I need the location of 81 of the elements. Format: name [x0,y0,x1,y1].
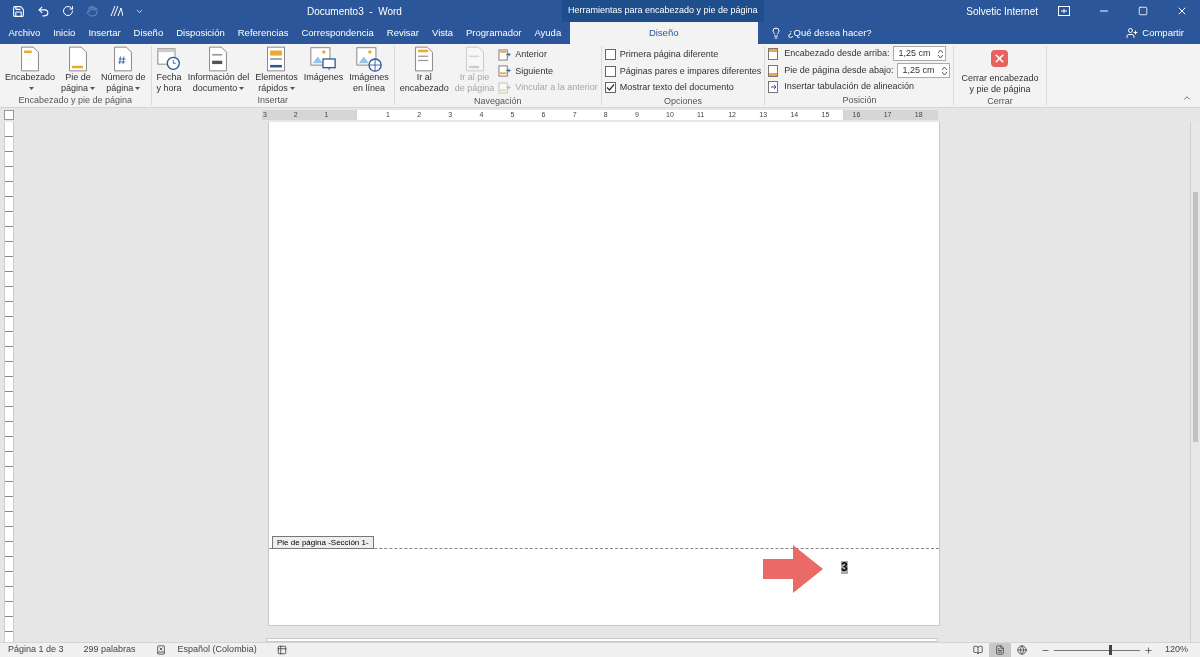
word-count[interactable]: 299 palabras [83,643,136,657]
user-name: Solvetic Internet [966,4,1038,19]
ribbon-button[interactable]: Imágenes en línea [347,46,391,94]
page-bottom-bar-icon [463,46,486,72]
ribbon-tab[interactable]: Referencias [231,22,295,44]
person-add-icon [1126,27,1139,39]
spinner-arrows-icon[interactable] [938,48,944,59]
ribbon-button[interactable]: Elementos rápidos [253,46,300,94]
checkbox-label: Páginas pares e impares diferentes [619,64,762,78]
ribbon-button[interactable]: Número de página [99,46,148,94]
font-style-icon[interactable] [110,5,123,17]
zoom-in-icon[interactable] [1143,645,1153,655]
tab-selector[interactable] [4,110,14,120]
caret-icon [135,87,141,90]
field-label: Pie de página desde abajo: [784,63,894,77]
checkbox[interactable] [604,65,616,77]
group-label: Insertar [256,94,289,106]
spin-field[interactable]: 1,25 cm [897,63,951,78]
close-icon [991,50,1009,67]
ribbon-display-icon[interactable] [1058,6,1070,16]
ribbon-button[interactable]: Información del documento [185,46,252,94]
window-title: Documento3 - Word [307,4,402,19]
insert-tab-button[interactable]: Insertar tabulación de alineación [768,80,951,94]
ribbon-button[interactable]: Encabezado [3,46,58,94]
proofing-icon[interactable] [155,645,166,655]
checkbox-label: Mostrar texto del documento [619,81,734,94]
ribbon-tab[interactable]: Diseño [127,22,170,44]
close-header-footer-button[interactable]: Cerrar encabezado y pie de página [957,46,1043,95]
ribbon-tab[interactable]: Revisar [380,22,426,44]
share-button[interactable]: Compartir [1126,22,1184,44]
language-label[interactable]: Español (Colombia) [177,643,257,657]
caret-icon [289,87,295,90]
web-layout-icon [1016,645,1027,655]
nav-button[interactable]: Siguiente [498,64,598,78]
ribbon-tab[interactable]: Programador [459,22,528,44]
undo-icon[interactable] [37,4,50,18]
group-label: Navegación [473,94,523,107]
ribbon-button[interactable]: Ir al encabezado [397,46,451,94]
zoom-slider-thumb[interactable] [1108,644,1112,655]
collapse-ribbon-icon[interactable] [1182,93,1192,103]
group-label: Encabezado y pie de página [17,94,134,106]
caret-icon [90,87,96,90]
scrollbar[interactable] [1190,122,1200,642]
tell-me-field[interactable]: ¿Qué desea hacer? [769,22,872,44]
spinner-arrows-icon[interactable] [942,65,948,76]
nav-button[interactable]: Anterior [498,48,598,62]
maximize-icon[interactable] [1138,6,1148,16]
page-number: 3 [841,561,848,574]
checkbox[interactable] [604,49,616,61]
print-layout-icon [994,645,1005,655]
caret-icon [28,87,34,90]
macro-icon[interactable] [276,645,287,655]
ribbon-tab[interactable]: Inicio [46,22,82,44]
save-icon[interactable] [12,4,25,18]
ribbon-tab[interactable]: Disposición [169,22,232,44]
group-label: Cerrar [986,95,1014,107]
view-button[interactable] [988,643,1011,657]
close-icon[interactable] [1176,5,1188,17]
ribbon-tab[interactable]: Correspondencia [294,22,381,44]
ribbon-tab[interactable]: Archivo [2,22,47,44]
context-tab-title: Herramientas para encabezado y pie de página [562,0,764,22]
caret-icon [239,87,245,90]
field-label: Encabezado desde arriba: [784,46,890,60]
spin-field[interactable]: 1,25 cm [893,46,947,61]
checkbox-label: Primera página diferente [619,48,719,61]
checkbox[interactable] [604,82,616,94]
zoom-level[interactable]: 120% [1164,643,1188,657]
read-mode-icon [972,645,983,655]
ribbon-button[interactable]: Imágenes [301,46,346,83]
pointer-arrow [763,545,823,593]
ribbon-tab[interactable]: Ayuda [527,22,568,44]
page-count[interactable]: Página 1 de 3 [8,643,64,657]
ribbon-tab[interactable]: Diseño [569,22,758,44]
ribbon-button[interactable]: Pie de página [59,46,98,94]
group-label: Opciones [663,94,704,107]
ribbon-tab[interactable]: Insertar [81,22,128,44]
ribbon-tab[interactable]: Vista [425,22,460,44]
lightbulb-icon [769,27,782,39]
group-label: Posición [841,93,878,106]
redo-icon[interactable] [62,5,74,17]
ribbon-button[interactable]: Fecha y hora [154,46,184,94]
